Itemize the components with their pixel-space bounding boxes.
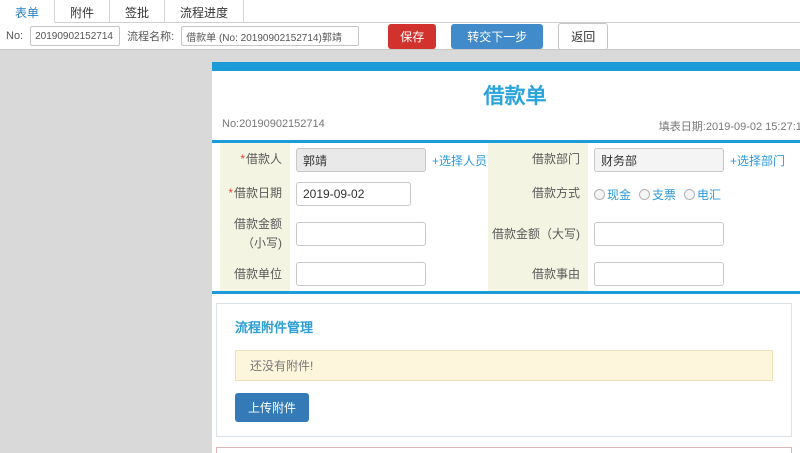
choose-department-link[interactable]: +选择部门 <box>730 152 785 169</box>
borrower-cell: +选择人员 <box>290 143 488 177</box>
amount-upper-input[interactable] <box>594 222 724 247</box>
required-mark: * <box>240 152 245 167</box>
divider-bottom <box>212 291 800 295</box>
choose-person-link[interactable]: +选择人员 <box>432 152 487 169</box>
tab-approval[interactable]: 签批 <box>110 0 166 22</box>
tab-attachment[interactable]: 附件 <box>55 0 111 22</box>
radio-cash[interactable]: 现金 <box>594 186 631 203</box>
amount-lower-cell <box>290 211 488 257</box>
borrower-label: *借款人 <box>220 143 290 177</box>
department-label: 借款部门 <box>488 143 588 177</box>
loan-reason-cell <box>588 257 800 291</box>
radio-wire[interactable]: 电汇 <box>684 186 721 203</box>
panel-top-accent-bar <box>212 62 800 71</box>
required-mark: * <box>228 186 233 201</box>
page-background: 借款单 No:20190902152714 填表日期:2019-09-02 15… <box>0 62 800 453</box>
form-meta-row: No:20190902152714 填表日期:2019-09-02 15:27:… <box>212 116 800 140</box>
loan-reason-label: 借款事由 <box>488 257 588 292</box>
tab-bar: 表单 附件 签批 流程进度 <box>0 0 800 23</box>
no-label: No: <box>6 30 24 42</box>
upload-attachment-button[interactable]: 上传附件 <box>235 393 310 423</box>
approval-panel: 流程签批意见 B I abc <box>216 447 792 453</box>
loan-unit-label: 借款单位 <box>220 257 290 292</box>
tab-form[interactable]: 表单 <box>0 0 56 23</box>
payment-method-label: 借款方式 <box>488 177 588 211</box>
attachment-panel-title: 流程附件管理 <box>235 320 314 336</box>
amount-upper-cell <box>588 211 800 257</box>
loan-form-grid: *借款人 +选择人员 借款部门 +选择部门 *借款日期 借款方式 现金 <box>212 143 800 292</box>
amount-lower-input[interactable] <box>296 222 426 247</box>
flow-name-input[interactable] <box>181 26 360 46</box>
radio-icon[interactable] <box>639 188 651 200</box>
amount-upper-label: 借款金额（大写) <box>488 211 588 258</box>
radio-icon[interactable] <box>594 188 605 200</box>
no-input[interactable] <box>30 26 121 46</box>
loan-date-label: *借款日期 <box>220 177 290 211</box>
command-bar: No: 流程名称: 保存 转交下一步 返回 <box>0 22 800 50</box>
loan-form-panel: 借款单 No:20190902152714 填表日期:2019-09-02 15… <box>212 62 800 453</box>
form-date-text: 填表日期:2019-09-02 15:27:14 <box>658 121 800 133</box>
radio-icon[interactable] <box>684 188 696 200</box>
attachment-panel: 流程附件管理 还没有附件! 上传附件 <box>216 303 792 438</box>
amount-lower-label: 借款金额（小写) <box>220 211 290 258</box>
payment-method-cell: 现金 支票 电汇 <box>588 177 800 211</box>
radio-check[interactable]: 支票 <box>639 186 676 203</box>
department-input[interactable] <box>594 148 724 172</box>
borrower-input[interactable] <box>296 148 426 172</box>
form-no-text: No:20190902152714 <box>222 118 325 130</box>
next-step-button[interactable]: 转交下一步 <box>451 23 544 49</box>
loan-form-title: 借款单 <box>483 85 547 108</box>
department-cell: +选择部门 <box>588 143 800 177</box>
back-button[interactable]: 返回 <box>558 22 609 50</box>
loan-date-input[interactable] <box>296 182 411 206</box>
save-button[interactable]: 保存 <box>388 23 437 49</box>
loan-date-cell <box>290 177 488 211</box>
no-attachment-notice: 还没有附件! <box>235 350 773 382</box>
loan-unit-cell <box>290 257 488 291</box>
top-toolbar: 表单 附件 签批 流程进度 No: 流程名称: 保存 转交下一步 返回 <box>0 0 800 50</box>
loan-reason-input[interactable] <box>594 262 724 287</box>
tab-progress[interactable]: 流程进度 <box>165 0 245 22</box>
loan-unit-input[interactable] <box>296 262 426 287</box>
flow-name-label: 流程名称: <box>127 31 175 43</box>
